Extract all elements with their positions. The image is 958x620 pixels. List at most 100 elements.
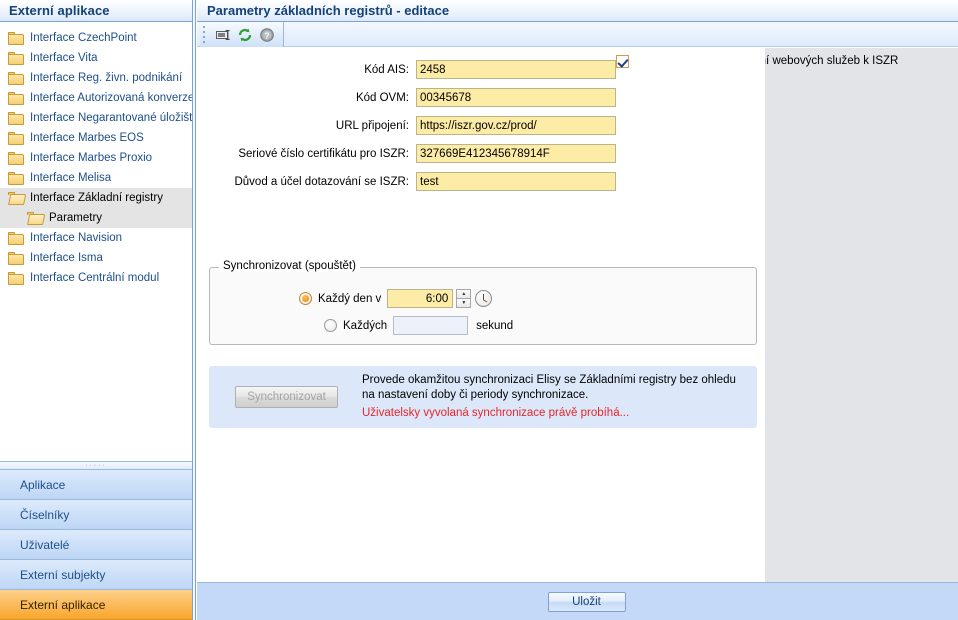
- help-icon[interactable]: ?: [256, 24, 278, 45]
- sidebar-tree-item[interactable]: Interface CzechPoint: [0, 28, 192, 48]
- form-row: Kód AIS:: [197, 58, 765, 81]
- page-title: Parametry základních registrů - editace: [207, 3, 450, 18]
- radio-interval-label: Každých: [343, 319, 388, 332]
- sidebar-nav-item-label: Externí aplikace: [20, 597, 106, 612]
- application-window: Externí aplikace Interface CzechPoint Int…: [0, 0, 958, 620]
- refresh-icon[interactable]: [234, 24, 256, 45]
- splitter-grip-icon: ·····: [85, 461, 107, 469]
- sidebar-nav-item-label: Číselníky: [20, 507, 70, 522]
- form-field-label: Důvod a účel dotazování se ISZR:: [234, 175, 409, 188]
- folder-icon: [8, 71, 24, 85]
- form-field-label: Seriové číslo certifikátu pro ISZR:: [238, 147, 409, 160]
- sidebar-nav-item[interactable]: Externí subjekty: [0, 560, 192, 590]
- sidebar-tree-item[interactable]: Interface Reg. živn. podnikání: [0, 68, 192, 88]
- spinner-up-icon[interactable]: ▲: [456, 289, 472, 298]
- sidebar-nav-item-label: Uživatelé: [20, 537, 70, 552]
- form-footer: Uložit: [197, 582, 958, 620]
- toolbar-strip: ?: [197, 22, 958, 47]
- main-panel: Parametry základních registrů - editace: [197, 0, 958, 620]
- sidebar-tree-item-label: Interface Marbes Proxio: [30, 152, 153, 164]
- parameters-form: Kód AIS: Kód OVM: URL připojení: Seriové čí…: [197, 58, 765, 198]
- form-field-input[interactable]: [416, 172, 616, 191]
- schedule-daily-row: Každý den v ▲ ▼: [299, 289, 493, 308]
- sidebar-tree-item[interactable]: Interface Marbes EOS: [0, 128, 192, 148]
- sidebar-tree-item[interactable]: Interface Marbes Proxio: [0, 148, 192, 168]
- sidebar-tree-item[interactable]: Interface Autorizovaná konverze: [0, 88, 192, 108]
- folder-open-icon: [8, 191, 27, 205]
- sidebar-tree-item-label: Interface Reg. živn. podnikání: [30, 72, 183, 84]
- folder-icon: [8, 271, 24, 285]
- sidebar-tree-item-label: Interface Autorizovaná konverze: [30, 92, 192, 104]
- sidebar-nav-item[interactable]: Aplikace: [0, 470, 192, 500]
- sync-info-text: Provede okamžitou synchronizaci Elisy se…: [362, 373, 742, 421]
- form-row: Důvod a účel dotazování se ISZR:: [197, 170, 765, 193]
- sidebar-title: Externí aplikace: [9, 3, 110, 18]
- sidebar-nav-item[interactable]: Uživatelé: [0, 530, 192, 560]
- sidebar-tree-item-label: Interface Isma: [30, 252, 103, 264]
- async-checkbox[interactable]: [616, 54, 629, 68]
- sidebar-nav: Aplikace Číselníky Uživatelé Externí subjek…: [0, 470, 192, 620]
- save-record-icon[interactable]: [212, 24, 234, 45]
- sidebar-tree-item[interactable]: Interface Vita: [0, 48, 192, 68]
- form-row: URL připojení:: [197, 114, 765, 137]
- clock-icon[interactable]: [475, 290, 493, 307]
- toolbar: ?: [200, 22, 284, 47]
- sidebar-tree-item[interactable]: Parametry: [0, 208, 192, 228]
- vertical-divider[interactable]: [192, 0, 196, 620]
- sidebar-nav-item-label: Aplikace: [20, 477, 66, 492]
- folder-icon: [8, 131, 24, 145]
- sidebar-splitter[interactable]: ·····: [0, 461, 192, 470]
- sidebar-header: Externí aplikace: [0, 0, 192, 22]
- form-field-label: Kód OVM:: [355, 91, 409, 104]
- sidebar: Externí aplikace Interface CzechPoint Int…: [0, 0, 192, 620]
- sidebar-tree-item-label: Interface Marbes EOS: [30, 132, 144, 144]
- form-field-label: Kód AIS:: [364, 63, 409, 76]
- folder-icon: [8, 151, 24, 165]
- interval-unit-label: sekund: [476, 319, 514, 332]
- sidebar-tree-item[interactable]: Interface Základní registry: [0, 188, 192, 208]
- sidebar-tree-item-label: Interface Navision: [30, 232, 123, 244]
- radio-daily-label: Každý den v: [318, 292, 382, 305]
- content-area: Kód AIS: Kód OVM: URL připojení: Seriové čí…: [197, 48, 958, 582]
- schedule-interval-row: Každých sekund: [324, 316, 513, 335]
- daily-time-input[interactable]: [387, 289, 454, 308]
- folder-icon: [8, 31, 24, 45]
- folder-icon: [8, 111, 24, 125]
- sidebar-tree-item[interactable]: Interface Melisa: [0, 168, 192, 188]
- sidebar-tree-item[interactable]: Interface Navision: [0, 228, 192, 248]
- schedule-fieldset: Synchronizovat (spouštět) Každý den v ▲ …: [209, 260, 757, 345]
- spinner-down-icon[interactable]: ▼: [456, 298, 472, 308]
- sidebar-tree-item-label: Parametry: [49, 212, 103, 224]
- form-row: Seriové číslo certifikátu pro ISZR:: [197, 142, 765, 165]
- sync-info-panel: Synchronizovat Provede okamžitou synchro…: [209, 366, 757, 428]
- radio-interval[interactable]: [324, 319, 337, 332]
- form-row: Kód OVM:: [197, 86, 765, 109]
- sidebar-tree: Interface CzechPoint Interface Vita Interf…: [0, 22, 192, 461]
- folder-icon: [8, 231, 24, 245]
- form-field-input[interactable]: [416, 88, 616, 107]
- synchronize-button[interactable]: Synchronizovat: [235, 386, 338, 408]
- sidebar-tree-item[interactable]: Interface Negarantované úložiště: [0, 108, 192, 128]
- form-field-input[interactable]: [416, 116, 616, 135]
- folder-icon: [8, 91, 24, 105]
- form-field-label: URL připojení:: [335, 119, 409, 132]
- sidebar-nav-item[interactable]: Číselníky: [0, 500, 192, 530]
- interval-seconds-input[interactable]: [393, 316, 469, 335]
- form-field-input[interactable]: [416, 60, 616, 79]
- folder-icon: [8, 251, 24, 265]
- folder-icon: [8, 171, 24, 185]
- time-spinner[interactable]: ▲ ▼: [456, 289, 472, 308]
- save-button[interactable]: Uložit: [547, 591, 626, 612]
- sync-description: Provede okamžitou synchronizaci Elisy se…: [362, 374, 736, 401]
- sidebar-tree-item-label: Interface Vita: [30, 52, 98, 64]
- sidebar-nav-item[interactable]: Externí aplikace: [0, 590, 192, 620]
- sidebar-nav-item-label: Externí subjekty: [20, 567, 106, 582]
- sync-status: Uživatelsky vyvolaná synchronizace právě…: [362, 407, 630, 419]
- sidebar-tree-item[interactable]: Interface Centrální modul: [0, 268, 192, 288]
- radio-daily[interactable]: [299, 292, 312, 305]
- sidebar-tree-item[interactable]: Interface Isma: [0, 248, 192, 268]
- toolbar-grip-icon[interactable]: [203, 26, 207, 43]
- svg-text:?: ?: [264, 30, 269, 40]
- form-field-input[interactable]: [416, 144, 616, 163]
- schedule-legend: Synchronizovat (spouštět): [219, 260, 360, 272]
